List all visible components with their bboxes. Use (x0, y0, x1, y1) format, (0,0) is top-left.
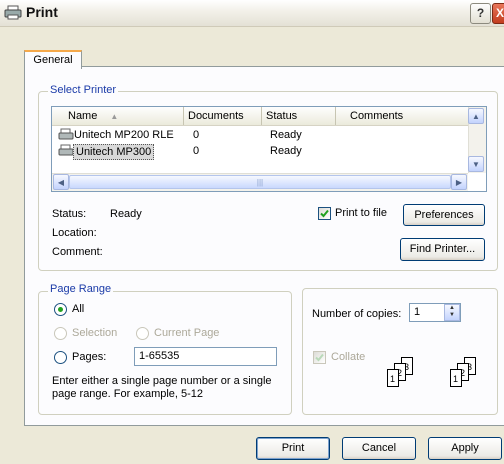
printer-name: Unitech MP200 RLE (74, 129, 174, 141)
close-button[interactable]: X (492, 3, 504, 24)
spin-down-icon[interactable]: ▼ (445, 312, 459, 319)
scroll-thumb[interactable]: ||| (69, 175, 451, 189)
tab-general[interactable]: General (24, 50, 82, 69)
printer-icon (4, 5, 22, 20)
selection-radio[interactable] (54, 327, 67, 340)
status-value: Ready (110, 208, 142, 220)
title-bar[interactable] (0, 0, 504, 27)
printer-name-selected: Unitech MP300 (73, 144, 155, 160)
checkmark-icon (320, 209, 329, 218)
printer-documents: 0 (193, 145, 200, 157)
column-status[interactable]: Status (262, 107, 336, 125)
printer-icon (58, 128, 74, 140)
preferences-button[interactable]: Preferences (403, 204, 485, 226)
table-row[interactable]: Unitech MP200 RLE 0 Ready (58, 128, 458, 143)
page-range-legend: Page Range (48, 283, 114, 295)
find-printer-button[interactable]: Find Printer... (400, 238, 485, 261)
current-page-label[interactable]: Current Page (154, 327, 219, 339)
printer-icon (58, 144, 74, 156)
current-page-radio[interactable] (136, 327, 149, 340)
all-label[interactable]: All (72, 303, 84, 315)
pages-label[interactable]: Pages: (72, 351, 106, 363)
cancel-button[interactable]: Cancel (342, 437, 416, 460)
status-label: Status: (52, 208, 87, 220)
print-button[interactable]: Print (256, 437, 330, 460)
page-range-hint-line2: page range. For example, 5-12 (52, 388, 204, 400)
page-range-hint-line1: Enter either a single page number or a s… (52, 375, 272, 387)
checkmark-icon (315, 353, 324, 362)
print-to-file-checkbox[interactable] (318, 207, 331, 220)
help-button[interactable]: ? (470, 3, 491, 24)
print-to-file-label[interactable]: Print to file (335, 207, 387, 219)
scroll-down-icon[interactable]: ▼ (468, 156, 484, 172)
pages-radio[interactable] (54, 351, 67, 364)
scroll-left-icon[interactable]: ◀ (53, 174, 69, 190)
pages-input[interactable]: 1-65535 (134, 347, 277, 366)
all-radio[interactable] (54, 303, 67, 316)
printer-status: Ready (270, 129, 302, 141)
select-printer-legend: Select Printer (48, 84, 119, 96)
printer-list[interactable]: Name ▲ Documents Status Comments Unitech… (51, 106, 487, 192)
sort-up-icon: ▲ (110, 112, 119, 121)
selection-label[interactable]: Selection (72, 327, 117, 339)
collate-checkbox[interactable] (313, 351, 326, 364)
location-label: Location: (52, 227, 97, 239)
collate-stack-icon: 3 2 1 (387, 357, 413, 389)
printer-documents: 0 (193, 129, 200, 141)
comment-label: Comment: (52, 246, 103, 258)
window-title: Print (26, 4, 58, 20)
column-name[interactable]: Name ▲ (52, 107, 184, 125)
column-comments[interactable]: Comments (336, 107, 462, 125)
spin-up-icon[interactable]: ▲ (445, 305, 459, 312)
column-documents[interactable]: Documents (184, 107, 262, 125)
radio-dot-icon (58, 307, 63, 312)
printer-status: Ready (270, 145, 302, 157)
collate-label[interactable]: Collate (331, 351, 365, 363)
apply-button[interactable]: Apply (428, 437, 502, 460)
table-row[interactable]: Unitech MP300 0 Ready (58, 144, 458, 160)
scroll-up-icon[interactable]: ▲ (468, 108, 484, 124)
copies-spinner[interactable]: ▲ ▼ (444, 304, 460, 321)
scroll-right-icon[interactable]: ▶ (451, 174, 467, 190)
copies-label: Number of copies: (312, 308, 402, 320)
collate-stack-icon: 3 2 1 (450, 357, 476, 389)
